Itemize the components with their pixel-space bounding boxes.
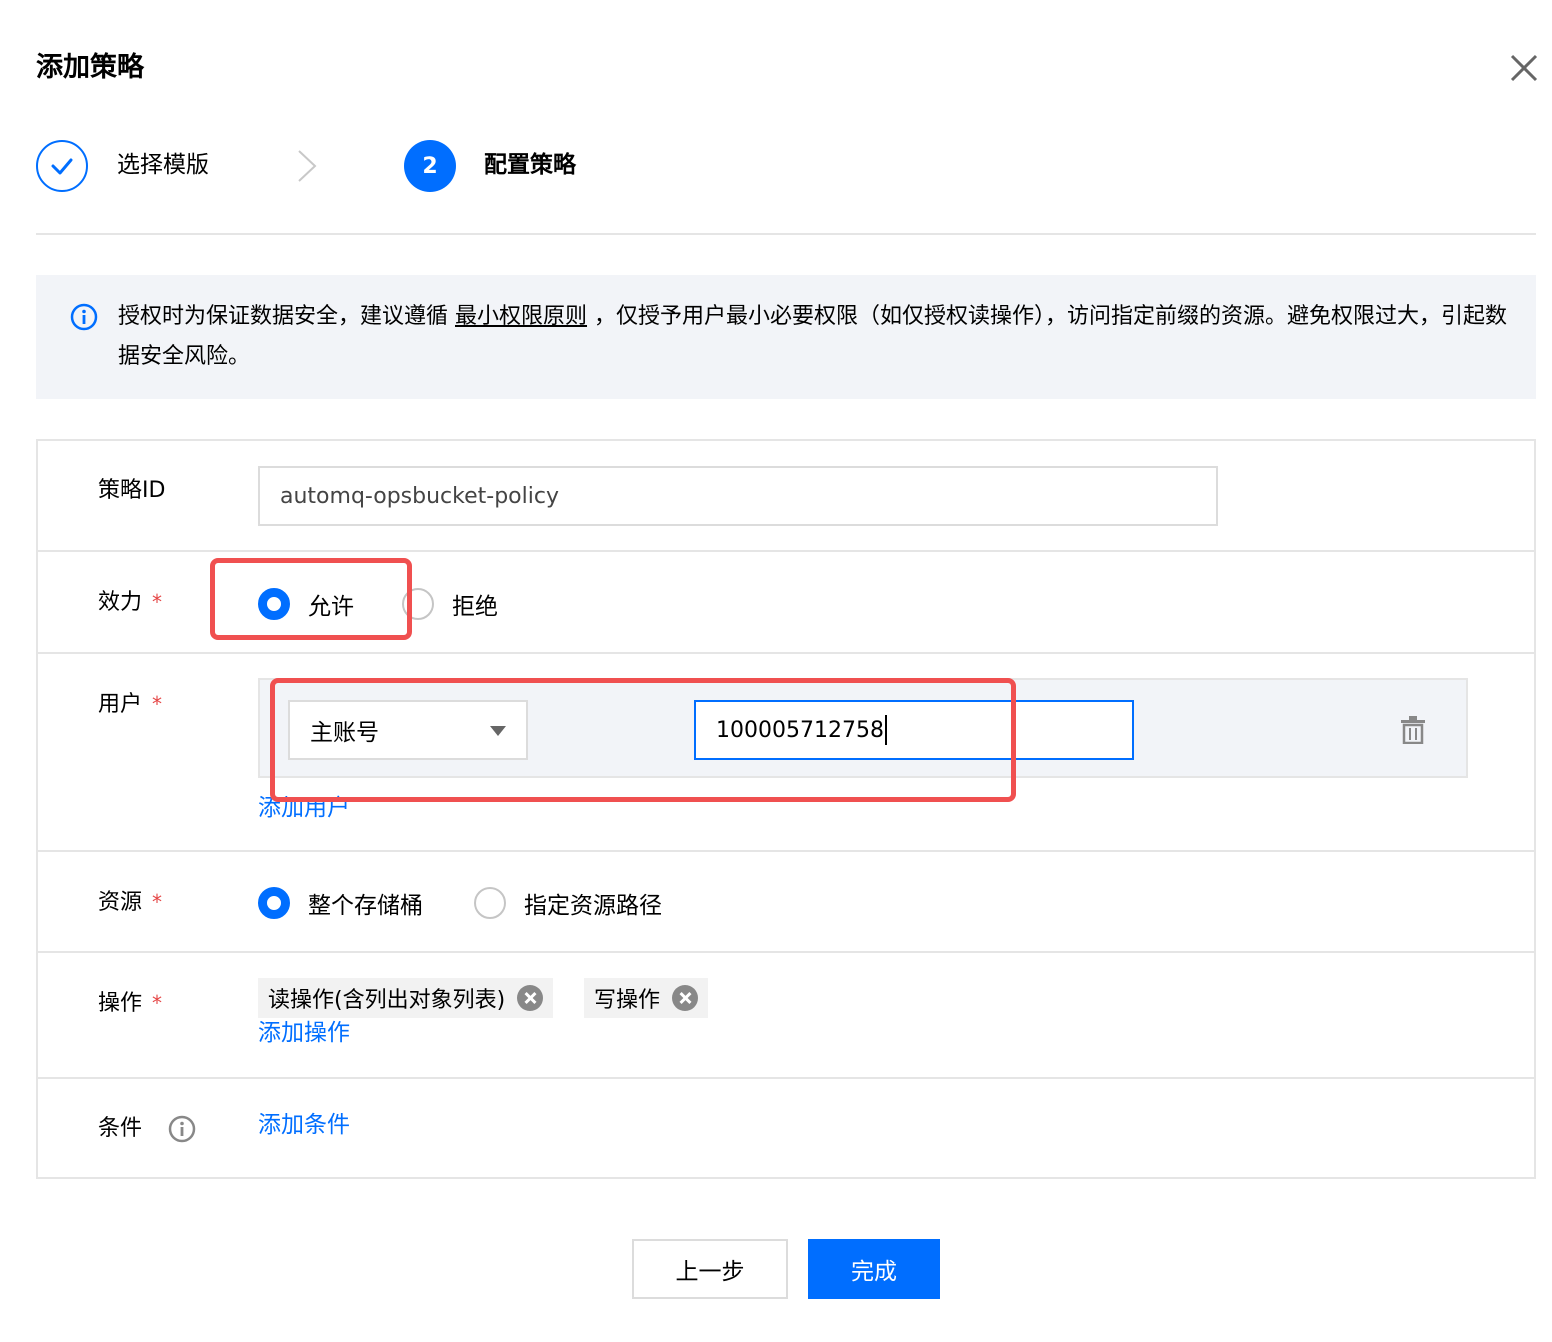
effect-label: 效力 * xyxy=(98,586,162,619)
resource-label-text: 资源 xyxy=(98,890,143,915)
resource-whole-bucket-label: 整个存储桶 xyxy=(308,893,423,919)
action-label: 操作 * xyxy=(98,987,162,1020)
policy-id-label: 策略ID xyxy=(98,478,166,503)
policy-id-value: automq-opsbucket-policy xyxy=(280,483,559,509)
add-action-link[interactable]: 添加操作 xyxy=(258,1017,350,1049)
chevron-right-icon xyxy=(298,150,317,182)
user-label: 用户 * xyxy=(98,688,162,721)
action-tag-read-label: 读操作(含列出对象列表) xyxy=(268,988,506,1013)
dialog-title: 添加策略 xyxy=(36,52,144,83)
action-tag-read: 读操作(含列出对象列表) xyxy=(258,978,554,1018)
resource-path-label: 指定资源路径 xyxy=(524,893,662,919)
security-notice: 授权时为保证数据安全，建议遵循 最小权限原则 ，仅授予用户最小必要权限（如仅授权… xyxy=(36,275,1536,399)
trash-icon[interactable] xyxy=(1400,716,1426,744)
resource-label: 资源 * xyxy=(98,886,162,919)
required-mark: * xyxy=(152,991,163,1015)
resource-row: 资源 * 整个存储桶 指定资源路径 xyxy=(38,852,1534,953)
policy-id-row: 策略ID automq-opsbucket-policy xyxy=(38,441,1534,552)
highlight-box xyxy=(210,558,412,640)
action-tag-write-label: 写操作 xyxy=(594,988,661,1013)
radio-unchecked-icon xyxy=(474,887,506,919)
effect-row: 效力 * 允许 拒绝 xyxy=(38,552,1534,654)
policy-id-input[interactable]: automq-opsbucket-policy xyxy=(258,466,1218,526)
close-icon[interactable] xyxy=(1506,50,1542,86)
radio-checked-icon xyxy=(258,887,290,919)
info-icon[interactable] xyxy=(168,1115,196,1143)
step-2-label: 配置策略 xyxy=(484,152,576,178)
least-privilege-link[interactable]: 最小权限原则 xyxy=(455,304,587,329)
step-1-done-indicator xyxy=(36,140,88,192)
condition-row: 条件 添加条件 xyxy=(38,1079,1534,1179)
user-row: 用户 * 主账号 100005712758 添加用户 xyxy=(38,654,1534,852)
effect-label-text: 效力 xyxy=(98,590,143,615)
resource-path-radio[interactable]: 指定资源路径 xyxy=(474,886,662,920)
notice-text-before: 授权时为保证数据安全，建议遵循 xyxy=(118,304,455,329)
action-row: 操作 * 读操作(含列出对象列表) 写操作 添加操作 xyxy=(38,953,1534,1079)
condition-label: 条件 xyxy=(98,1116,143,1141)
remove-tag-icon[interactable] xyxy=(517,985,544,1011)
highlight-box xyxy=(270,678,1016,802)
add-condition-link[interactable]: 添加条件 xyxy=(258,1109,350,1141)
required-mark: * xyxy=(152,590,163,614)
effect-deny-label: 拒绝 xyxy=(452,594,498,620)
check-icon xyxy=(51,158,73,175)
remove-tag-icon[interactable] xyxy=(672,985,699,1011)
info-icon xyxy=(70,303,98,331)
notice-text: 授权时为保证数据安全，建议遵循 最小权限原则 ，仅授予用户最小必要权限（如仅授权… xyxy=(118,297,1518,377)
resource-whole-bucket-radio[interactable]: 整个存储桶 xyxy=(258,886,423,920)
effect-deny-radio[interactable]: 拒绝 xyxy=(402,587,498,621)
action-tag-write: 写操作 xyxy=(584,978,709,1018)
prev-step-button[interactable]: 上一步 xyxy=(632,1239,788,1299)
step-2-indicator: 2 xyxy=(404,140,456,192)
required-mark: * xyxy=(152,692,163,716)
required-mark: * xyxy=(152,890,163,914)
add-policy-dialog: 添加策略 选择模版 2 配置策略 授权时为保证数据安全，建议遵循 最小权限原则 … xyxy=(0,0,1552,1342)
divider xyxy=(36,233,1536,235)
action-label-text: 操作 xyxy=(98,991,143,1016)
policy-form: 策略ID automq-opsbucket-policy 效力 * 允许 拒绝 用… xyxy=(36,439,1536,1179)
user-label-text: 用户 xyxy=(98,692,143,717)
step-1-label: 选择模版 xyxy=(117,152,209,178)
done-button[interactable]: 完成 xyxy=(808,1239,940,1299)
